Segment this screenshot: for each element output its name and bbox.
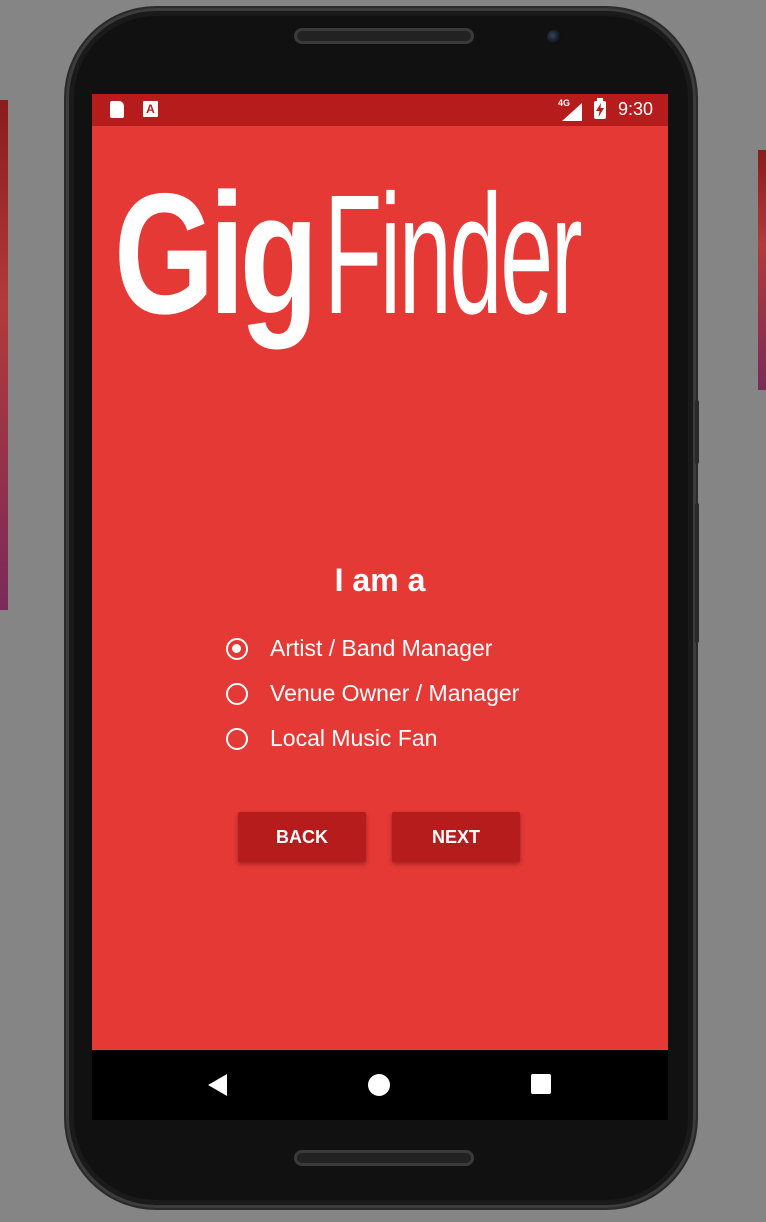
next-button[interactable]: NEXT [392, 812, 520, 862]
radio-unchecked-icon[interactable] [226, 682, 248, 705]
radio-option-label: Artist / Band Manager [270, 635, 493, 661]
navigation-bar [92, 1050, 668, 1120]
volume-rocker [695, 503, 699, 643]
front-camera [547, 30, 561, 44]
radio-option-artist[interactable]: Artist / Band Manager [226, 626, 519, 671]
back-button[interactable]: BACK [238, 812, 366, 862]
radio-unchecked-icon[interactable] [226, 727, 248, 750]
radio-option-fan[interactable]: Local Music Fan [226, 716, 519, 761]
logo-finder-text: Finder [324, 160, 583, 350]
top-speaker [294, 28, 474, 44]
bolt-icon [596, 103, 604, 117]
nav-home-icon[interactable] [368, 1074, 390, 1096]
gigfinder-logo: GigFinder [114, 168, 634, 358]
nav-back-icon[interactable] [208, 1074, 227, 1096]
app-screen: A 4G 9:30 GigFinder I am a Artist / Band… [92, 94, 668, 1050]
role-heading: I am a [334, 562, 426, 598]
role-radio-group: Artist / Band Manager Venue Owner / Mana… [226, 626, 519, 761]
status-time: 9:30 [618, 99, 654, 119]
nav-recents-icon[interactable] [531, 1074, 551, 1094]
phone-frame: A 4G 9:30 GigFinder I am a Artist / Band… [66, 8, 699, 1208]
sd-card-icon [110, 101, 124, 118]
power-button [695, 400, 699, 464]
backdrop-strip-right [758, 150, 766, 390]
radio-option-label: Venue Owner / Manager [270, 680, 520, 706]
battery-charging-icon [594, 98, 606, 119]
bottom-speaker [294, 1150, 474, 1166]
radio-option-label: Local Music Fan [270, 725, 438, 751]
radio-checked-icon[interactable] [226, 637, 248, 660]
logo-gig-text: Gig [114, 158, 318, 350]
radio-option-venue[interactable]: Venue Owner / Manager [226, 671, 519, 716]
backdrop-strip-left [0, 100, 8, 610]
status-bar: A 4G 9:30 [92, 94, 668, 126]
a-letter-icon: A [143, 101, 158, 117]
signal-icon [562, 103, 582, 121]
